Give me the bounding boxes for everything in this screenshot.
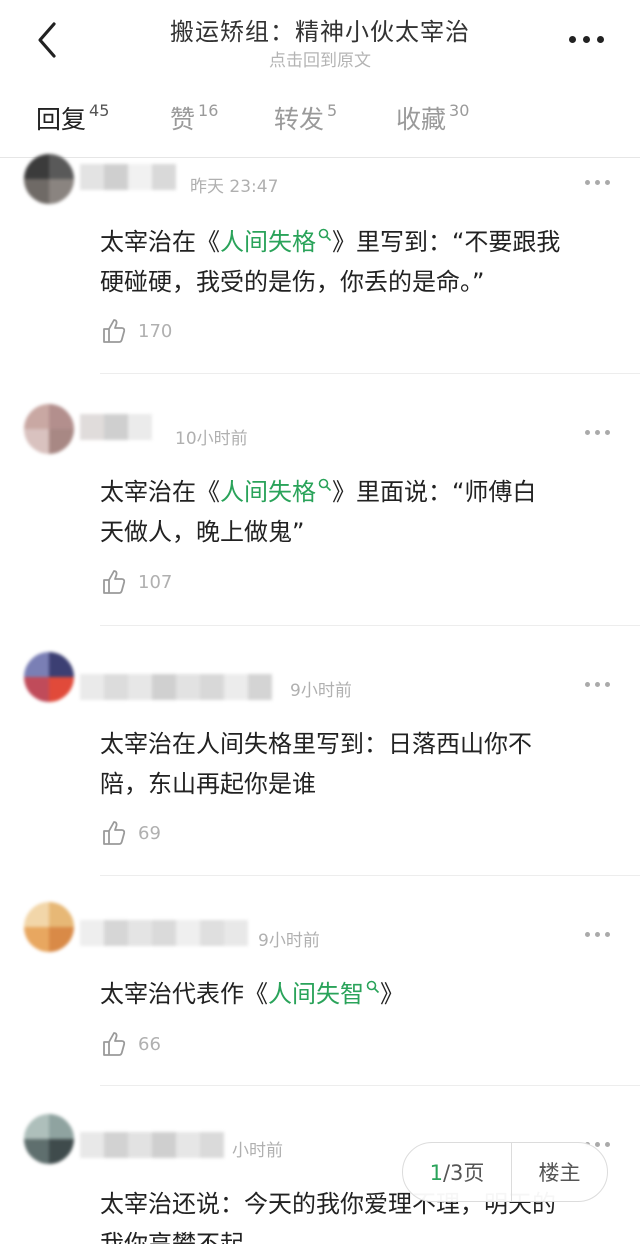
search-mini-icon [318, 478, 332, 492]
comment-more-button[interactable] [585, 430, 610, 435]
tab-bar: 回复 45 赞 16 转发 5 收藏 30 [0, 92, 640, 158]
like-count: 66 [138, 1033, 161, 1055]
comment-more-button[interactable] [585, 932, 610, 937]
comment-item: 昨天 23:47 太宰治在《人间失格 》里写到：“不要跟我 硬碰硬，我受的是伤，你… [0, 154, 640, 374]
tab-replies[interactable]: 回复 45 [36, 100, 109, 136]
work-link[interactable]: 人间失格 [220, 478, 332, 506]
search-mini-icon [318, 228, 332, 242]
comment-time: 昨天 23:47 [190, 177, 279, 197]
thumbs-up-icon [103, 1032, 126, 1056]
comment-text: 太宰治在《人间失格 》里面说：“师傅白 天做人，晚上做鬼” [100, 478, 537, 546]
like-count: 69 [138, 822, 161, 844]
username-blurred[interactable] [80, 414, 152, 440]
avatar[interactable] [24, 1114, 74, 1164]
work-link[interactable]: 人间失智 [268, 980, 380, 1008]
only-host-button[interactable]: 楼主 [512, 1157, 607, 1187]
comment-time: 9小时前 [258, 931, 320, 951]
work-link[interactable]: 人间失格 [220, 228, 332, 256]
username-blurred[interactable] [80, 920, 248, 946]
thumbs-up-icon [103, 821, 126, 845]
comment-time: 小时前 [232, 1141, 283, 1161]
like-button[interactable]: 69 [100, 819, 161, 847]
comment-text: 太宰治在《人间失格 》里写到：“不要跟我 硬碰硬，我受的是伤，你丢的是命。” [100, 228, 561, 296]
avatar[interactable] [24, 902, 74, 952]
username-blurred[interactable] [80, 164, 176, 190]
username-blurred[interactable] [80, 674, 272, 700]
like-count: 170 [138, 320, 173, 342]
top-bar: 搬运矫组：精神小伙太宰治 点击回到原文 [0, 0, 640, 84]
comment-text: 太宰治在人间失格里写到：日落西山你不 陪，东山再起你是谁 [100, 730, 532, 798]
comment-item: 10小时前 太宰治在《人间失格 》里面说：“师傅白 天做人，晚上做鬼” 107 [0, 374, 640, 626]
page-title[interactable]: 搬运矫组：精神小伙太宰治 [0, 12, 640, 47]
back-to-original-link[interactable]: 点击回到原文 [0, 46, 640, 71]
comment-more-button[interactable] [585, 682, 610, 687]
like-button[interactable]: 66 [100, 1030, 161, 1058]
comment-item: 9小时前 太宰治在人间失格里写到：日落西山你不 陪，东山再起你是谁 69 [0, 626, 640, 876]
more-dots-icon [569, 36, 576, 43]
avatar[interactable] [24, 154, 74, 204]
comment-more-button[interactable] [585, 180, 610, 185]
tab-likes[interactable]: 赞 16 [170, 100, 218, 136]
comment-item: 9小时前 太宰治代表作《人间失智》 66 [0, 876, 640, 1086]
thumbs-up-icon [103, 570, 126, 594]
like-button[interactable]: 170 [100, 317, 172, 345]
tab-reposts[interactable]: 转发 5 [274, 100, 337, 136]
more-menu-button[interactable] [569, 36, 604, 43]
avatar[interactable] [24, 652, 74, 702]
search-mini-icon [366, 980, 380, 994]
comment-text: 太宰治代表作《人间失智》 [100, 980, 404, 1008]
like-count: 107 [138, 571, 173, 593]
page-select-button[interactable]: 1/3页 [403, 1157, 511, 1187]
page-navigator: 1/3页 楼主 [402, 1142, 608, 1202]
avatar[interactable] [24, 404, 74, 454]
thumbs-up-icon [103, 319, 126, 343]
username-blurred[interactable] [80, 1132, 224, 1158]
comment-time: 9小时前 [290, 681, 352, 701]
comment-time: 10小时前 [175, 429, 248, 449]
like-button[interactable]: 107 [100, 568, 172, 596]
tab-favorites[interactable]: 收藏 30 [396, 100, 469, 136]
